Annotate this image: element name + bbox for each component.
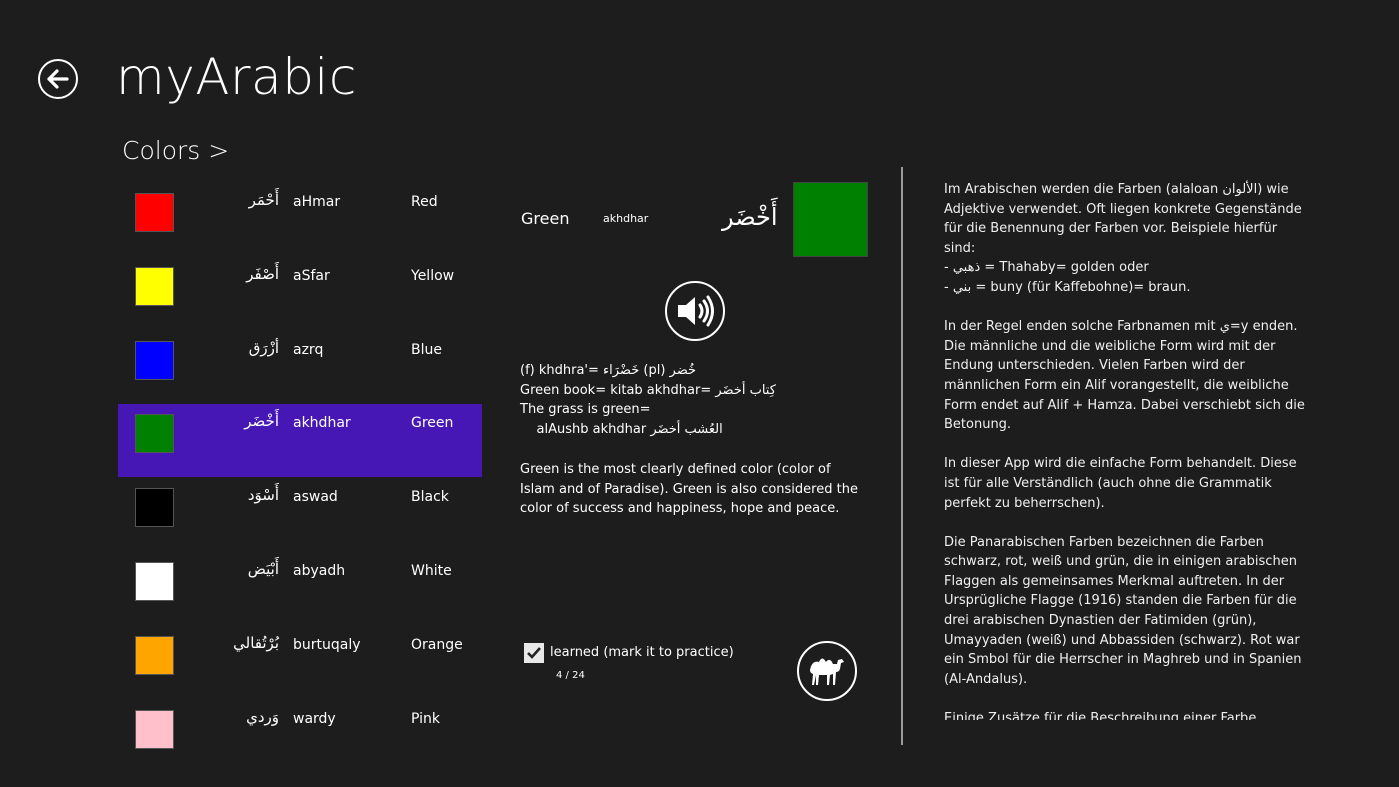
color-arabic: أَحْمَر [248,191,279,209]
back-button[interactable] [38,59,78,99]
example-line: (f) khdhra'= خَضْرَاء (pl) خُضر [520,363,697,378]
info-paragraph: In dieser App wird die einfache Form beh… [944,456,1297,511]
example-sentences: (f) khdhra'= خَضْرَاء (pl) خُضر Green bo… [520,361,860,439]
color-list-item[interactable]: وَردي wardy Pink [118,691,482,764]
detail-arabic: أَخْضَر [722,203,778,231]
color-english: White [411,563,452,579]
section-title[interactable]: Colors > [122,136,229,165]
info-paragraph: Im Arabischen werden die Farben (alaloan… [944,182,1302,295]
color-arabic: أَبْيَض [247,560,279,578]
color-transliteration: wardy [293,711,336,727]
color-list-item[interactable]: أزْرَق azrq Blue [118,322,482,395]
example-line: Green book= kitab akhdhar= كِتاب أخضَر [520,382,776,398]
color-list-item[interactable]: أَحْمَر aHmar Red [118,174,482,247]
info-paragraph: In der Regel enden solche Farbnamen mit … [944,319,1305,433]
play-audio-button[interactable] [665,281,725,341]
color-arabic: أَخْضَر [244,412,279,430]
color-swatch [135,267,174,306]
practice-button[interactable] [797,641,857,701]
color-transliteration: aHmar [293,194,341,210]
color-list-item[interactable]: أَصْفَر aSfar Yellow [118,248,482,321]
detail-english: Green [521,209,570,228]
info-paragraph: Die Panarabischen Farben bezeichnen die … [944,534,1302,687]
color-swatch [135,562,174,601]
color-list-item[interactable]: أَخْضَر akhdhar Green [118,404,482,477]
example-line: The grass is green= [520,402,651,417]
color-arabic: أَسْوَد [247,486,279,504]
color-english: Blue [411,342,442,358]
detail-color-swatch [793,182,868,257]
color-swatch [135,488,174,527]
color-arabic: أَصْفَر [246,265,279,283]
color-swatch [135,193,174,232]
detail-transliteration: akhdhar [603,212,649,225]
color-transliteration: abyadh [293,563,346,579]
color-english: Orange [411,637,463,653]
info-panel[interactable]: Im Arabischen werden die Farben (alaloan… [944,180,1310,720]
color-swatch [135,341,174,380]
checkmark-icon [527,647,541,659]
color-list-item[interactable]: بُرْتُقالي burtuqaly Orange [118,617,482,690]
example-line: alAushb akhdhar العُشب أخضَر [520,421,723,437]
learned-checkbox[interactable] [524,643,544,663]
color-english: Pink [411,711,441,727]
color-transliteration: burtuqaly [293,637,361,653]
item-counter: 4 / 24 [556,670,585,681]
color-english: Black [411,489,449,505]
color-arabic: أزْرَق [248,339,279,357]
camel-icon [810,658,844,685]
color-swatch [135,636,174,675]
color-english: Green [411,415,454,431]
color-transliteration: aSfar [293,268,330,284]
color-list-item[interactable]: أَبْيَض abyadh White [118,543,482,616]
color-transliteration: azrq [293,342,324,358]
color-arabic: وَردي [246,708,279,726]
color-arabic: بُرْتُقالي [233,634,279,652]
panel-divider [901,167,903,745]
color-description: Green is the most clearly defined color … [520,462,858,516]
learned-label[interactable]: learned (mark it to practice) [550,645,734,660]
color-transliteration: aswad [293,489,338,505]
info-paragraph: Einige Zusätze für die Beschreibung eine… [944,711,1257,720]
color-english: Yellow [411,268,455,284]
app-title: myArabic [116,48,357,106]
color-transliteration: akhdhar [293,415,351,431]
speaker-icon [678,295,714,327]
color-list-item[interactable]: أَسْوَد aswad Black [118,469,482,542]
color-swatch [135,710,174,749]
color-swatch [135,414,174,453]
back-arrow-icon [47,69,69,89]
color-english: Red [411,194,438,210]
